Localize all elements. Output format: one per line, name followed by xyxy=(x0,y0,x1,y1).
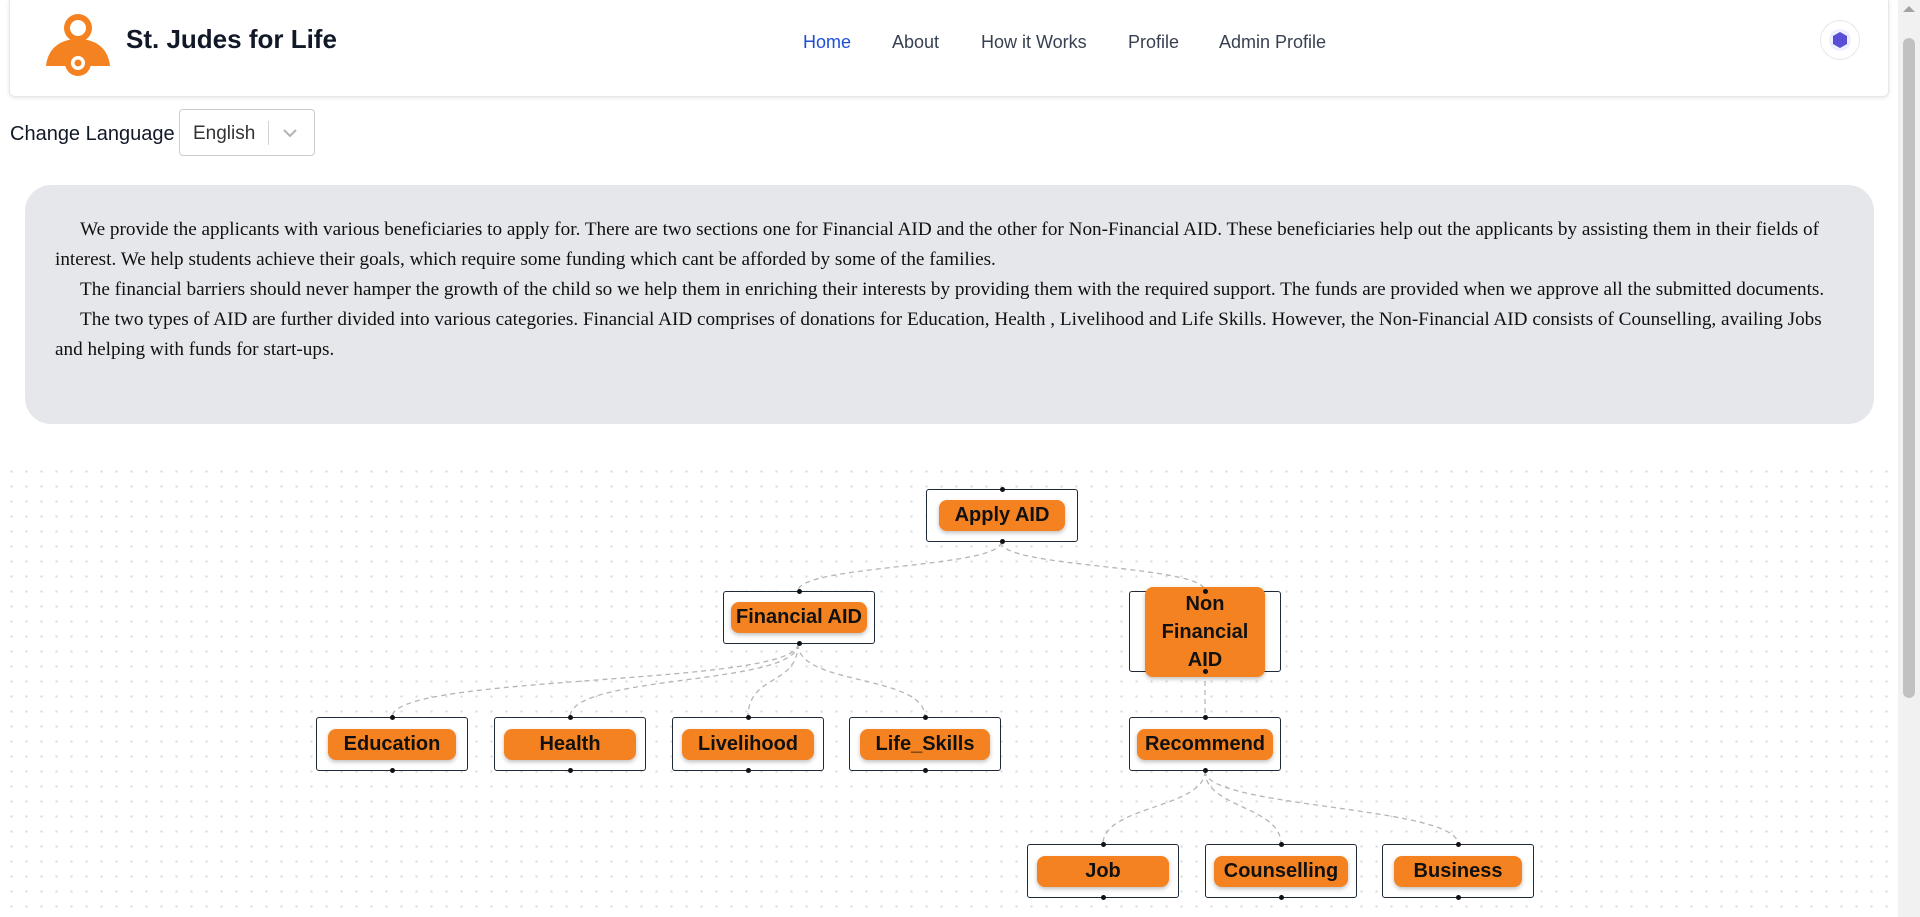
page-scrollbar[interactable] xyxy=(1898,0,1920,917)
node-label[interactable]: Education xyxy=(327,728,457,760)
edge-recommend-job xyxy=(1102,770,1206,845)
node-label[interactable]: Job xyxy=(1037,855,1169,887)
edge-recommend-counselling xyxy=(1204,770,1282,845)
edge-financial-lifeskills xyxy=(797,643,926,718)
node-financial-aid[interactable]: Financial AID xyxy=(723,589,875,646)
edge-apply-nonfinancial xyxy=(1000,541,1206,592)
node-label[interactable]: Apply AID xyxy=(938,500,1066,531)
scroll-thumb[interactable] xyxy=(1903,38,1915,698)
node-handle[interactable] xyxy=(922,768,928,773)
node-business[interactable]: Business xyxy=(1382,842,1534,900)
edge-apply-financial xyxy=(797,541,1002,592)
node-education[interactable]: Education xyxy=(316,715,468,773)
node-handle[interactable] xyxy=(1100,842,1106,847)
node-label[interactable]: Health xyxy=(504,728,636,760)
node-handle[interactable] xyxy=(745,768,751,773)
node-handle[interactable] xyxy=(1455,842,1461,847)
node-label[interactable]: Life_Skills xyxy=(859,728,991,760)
node-label[interactable]: Recommend xyxy=(1136,728,1274,760)
node-handle[interactable] xyxy=(796,641,802,646)
node-label[interactable]: Business xyxy=(1393,855,1523,887)
node-handle[interactable] xyxy=(389,715,395,720)
node-handle[interactable] xyxy=(1202,669,1208,674)
node-handle[interactable] xyxy=(745,715,751,720)
node-handle[interactable] xyxy=(1455,895,1461,900)
node-life-skills[interactable]: Life_Skills xyxy=(849,715,1001,773)
node-label[interactable]: Financial AID xyxy=(731,602,867,633)
node-recommend[interactable]: Recommend xyxy=(1129,715,1281,773)
node-handle[interactable] xyxy=(796,589,802,594)
node-handle[interactable] xyxy=(567,768,573,773)
node-counselling[interactable]: Counselling xyxy=(1205,842,1357,900)
node-handle[interactable] xyxy=(1202,589,1208,594)
node-label[interactable]: Livelihood xyxy=(682,728,814,760)
node-label[interactable]: Non Financial AID xyxy=(1145,586,1265,677)
node-job[interactable]: Job xyxy=(1027,842,1179,900)
edge-financial-livelihood xyxy=(747,643,799,718)
node-handle[interactable] xyxy=(1202,768,1208,773)
edge-financial-health xyxy=(569,643,799,718)
node-handle[interactable] xyxy=(1278,895,1284,900)
node-handle[interactable] xyxy=(389,768,395,773)
node-label[interactable]: Counselling xyxy=(1213,855,1349,887)
node-handle[interactable] xyxy=(1202,715,1208,720)
node-health[interactable]: Health xyxy=(494,715,646,773)
node-handle[interactable] xyxy=(922,715,928,720)
scroll-up-icon[interactable] xyxy=(1903,6,1915,12)
node-handle[interactable] xyxy=(999,539,1005,544)
node-handle[interactable] xyxy=(999,487,1005,492)
node-handle[interactable] xyxy=(1100,895,1106,900)
node-apply-aid[interactable]: Apply AID xyxy=(926,487,1078,544)
node-non-financial-aid[interactable]: Non Financial AID xyxy=(1129,586,1281,677)
edge-financial-education xyxy=(391,643,799,718)
node-livelihood[interactable]: Livelihood xyxy=(672,715,824,773)
flow-edges xyxy=(391,541,1459,845)
node-handle[interactable] xyxy=(567,715,573,720)
node-handle[interactable] xyxy=(1278,842,1284,847)
